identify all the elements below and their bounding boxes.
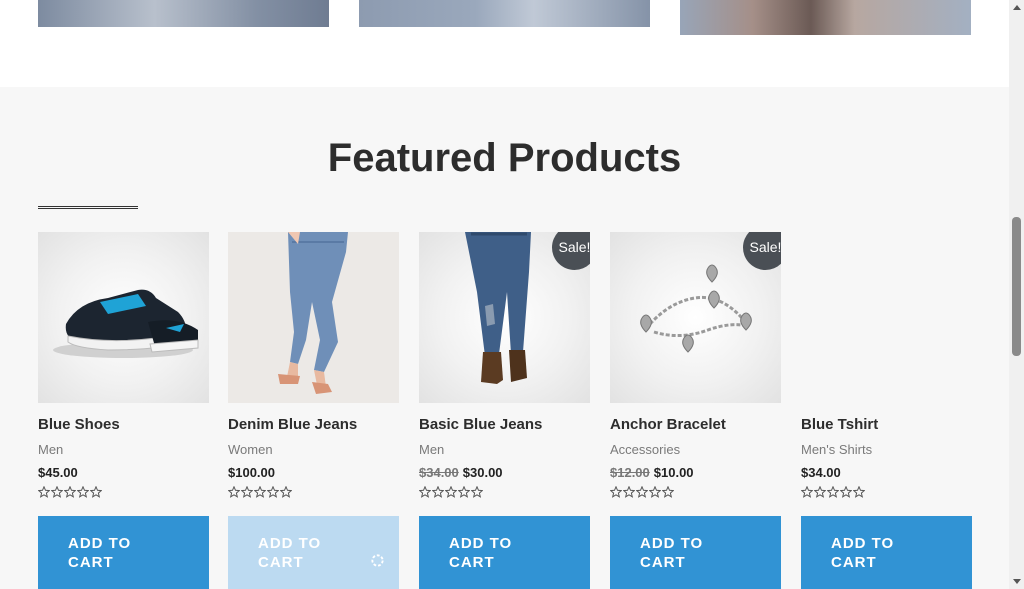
star-outline-icon [801, 486, 813, 498]
star-outline-icon [649, 486, 661, 498]
section-title: Featured Products [327, 136, 682, 180]
product-price: $34.00 $30.00 [419, 465, 503, 480]
product-card-denim-blue-jeans: Denim Blue Jeans Women $100.00 ADD TO CAR… [228, 232, 399, 589]
product-name[interactable]: Anchor Bracelet [610, 416, 726, 433]
star-outline-icon [38, 486, 50, 498]
star-rating [228, 486, 292, 500]
star-outline-icon [228, 486, 240, 498]
product-category[interactable]: Women [228, 442, 273, 457]
star-outline-icon [853, 486, 865, 498]
star-outline-icon [827, 486, 839, 498]
product-name[interactable]: Denim Blue Jeans [228, 416, 357, 433]
star-outline-icon [280, 486, 292, 498]
product-card-blue-shoes: Blue Shoes Men $45.00 ADD TO CART [38, 232, 209, 589]
old-price: $34.00 [419, 465, 459, 480]
product-image[interactable] [228, 232, 399, 403]
star-outline-icon [445, 486, 457, 498]
star-outline-icon [241, 486, 253, 498]
jeans-image [228, 232, 399, 403]
product-price: $45.00 [38, 465, 78, 480]
star-outline-icon [267, 486, 279, 498]
add-to-cart-button[interactable]: ADD TO CART [610, 516, 781, 589]
star-outline-icon [432, 486, 444, 498]
loading-spinner-icon [371, 554, 384, 567]
banner-image-1[interactable] [38, 0, 329, 27]
star-outline-icon [662, 486, 674, 498]
product-price: $100.00 [228, 465, 275, 480]
product-category[interactable]: Accessories [610, 442, 680, 457]
banner-image-3[interactable] [680, 0, 971, 35]
star-outline-icon [51, 486, 63, 498]
shoes-image [53, 289, 199, 358]
product-card-anchor-bracelet: Sale! Anchor Bracelet Accessories $12.00… [610, 232, 781, 589]
product-image[interactable] [38, 232, 209, 403]
star-outline-icon [840, 486, 852, 498]
scroll-down-arrow-icon[interactable] [1013, 579, 1021, 584]
star-outline-icon [814, 486, 826, 498]
star-outline-icon [64, 486, 76, 498]
product-price: $34.00 [801, 465, 841, 480]
product-name[interactable]: Blue Shoes [38, 416, 120, 433]
add-to-cart-button[interactable]: ADD TO CART [38, 516, 209, 589]
old-price: $12.00 [610, 465, 650, 480]
scrollbar-thumb[interactable] [1012, 217, 1021, 356]
star-rating [419, 486, 483, 500]
product-name[interactable]: Basic Blue Jeans [419, 416, 542, 433]
current-price: $34.00 [801, 465, 841, 480]
star-rating [38, 486, 102, 500]
star-outline-icon [623, 486, 635, 498]
banner-image-2[interactable] [359, 0, 650, 27]
vertical-scrollbar[interactable] [1009, 0, 1024, 589]
product-card-blue-tshirt: Blue Tshirt Men's Shirts $34.00 ADD TO CA… [801, 232, 972, 589]
add-to-cart-button[interactable]: ADD TO CART [419, 516, 590, 589]
star-outline-icon [419, 486, 431, 498]
add-to-cart-button[interactable]: ADD TO CART [228, 516, 399, 589]
product-category[interactable]: Men [419, 442, 444, 457]
star-outline-icon [90, 486, 102, 498]
star-outline-icon [636, 486, 648, 498]
current-price: $10.00 [653, 465, 694, 480]
scroll-up-arrow-icon[interactable] [1013, 5, 1021, 10]
star-outline-icon [610, 486, 622, 498]
product-image[interactable]: Sale! [419, 232, 590, 403]
product-price: $12.00 $10.00 [610, 465, 694, 480]
star-outline-icon [77, 486, 89, 498]
add-to-cart-button[interactable]: ADD TO CART [801, 516, 972, 589]
product-card-basic-blue-jeans: Sale! Basic Blue Jeans Men $34.00 $30.00 … [419, 232, 590, 589]
star-outline-icon [254, 486, 266, 498]
star-rating [801, 486, 865, 500]
product-category[interactable]: Men's Shirts [801, 442, 872, 457]
star-outline-icon [471, 486, 483, 498]
star-outline-icon [458, 486, 470, 498]
product-name[interactable]: Blue Tshirt [801, 416, 878, 433]
current-price: $30.00 [462, 465, 503, 480]
product-image[interactable]: Sale! [610, 232, 781, 403]
button-label: ADD TO CART [258, 535, 322, 571]
title-divider [38, 206, 138, 209]
current-price: $45.00 [38, 465, 78, 480]
current-price: $100.00 [228, 465, 275, 480]
product-category[interactable]: Men [38, 442, 63, 457]
star-rating [610, 486, 674, 500]
